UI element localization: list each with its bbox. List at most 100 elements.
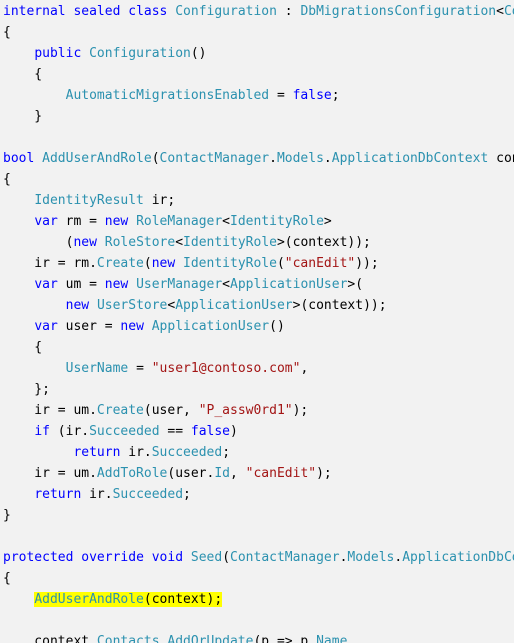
code-token: ; (222, 445, 231, 460)
code-token: } (3, 109, 43, 124)
code-token: ( (276, 256, 285, 271)
code-line[interactable] (3, 526, 514, 547)
code-line[interactable]: var rm = new RoleManager<IdentityRole> (3, 211, 514, 232)
code-token: IdentityResult (34, 193, 144, 208)
code-token: new (104, 214, 129, 229)
code-token: user = (57, 319, 121, 334)
code-line[interactable]: { (3, 568, 514, 589)
code-line[interactable]: { (3, 22, 514, 43)
code-token: protected (3, 550, 74, 565)
code-line[interactable]: } (3, 505, 514, 526)
code-line[interactable]: internal sealed class Configuration : Db… (3, 1, 514, 22)
code-line[interactable]: return ir.Succeeded; (3, 484, 514, 505)
code-line[interactable]: context.Contacts.AddOrUpdate(p => p.Name… (3, 631, 514, 643)
code-line[interactable]: var um = new UserManager<ApplicationUser… (3, 274, 514, 295)
code-token: public (34, 46, 82, 61)
code-line[interactable] (3, 610, 514, 631)
code-token: um = (57, 277, 105, 292)
code-token: { (3, 340, 43, 355)
code-token: >( (347, 277, 364, 292)
code-token: ApplicationUser (230, 277, 348, 292)
code-token: Create (96, 256, 144, 271)
code-token: Configuration (175, 4, 277, 19)
code-token: () (190, 46, 207, 61)
code-editor[interactable]: internal sealed class Configuration : Db… (0, 0, 514, 643)
code-token: RoleManager (136, 214, 223, 229)
code-token: (ir. (49, 424, 90, 439)
code-line[interactable]: bool AddUserAndRole(ContactManager.Model… (3, 148, 514, 169)
code-line[interactable]: } (3, 106, 514, 127)
code-token: < (222, 214, 230, 229)
code-token: Succeeded (89, 424, 160, 439)
code-token: ir; (143, 193, 176, 208)
code-line[interactable]: new UserStore<ApplicationUser>(context))… (3, 295, 514, 316)
code-token: ir = rm. (3, 256, 97, 271)
code-token: "canEdit" (245, 466, 317, 481)
code-token: = (128, 361, 152, 376)
code-token: new (120, 319, 144, 334)
code-line[interactable]: { (3, 169, 514, 190)
code-token: ( (3, 235, 74, 250)
code-token: , (347, 634, 356, 643)
code-content[interactable]: internal sealed class Configuration : Db… (3, 1, 514, 643)
code-token: UserManager (136, 277, 223, 292)
code-token: ir = um. (3, 466, 97, 481)
code-token: ) (230, 424, 238, 439)
code-token: : (276, 4, 301, 19)
code-token: Name (316, 634, 348, 643)
code-token: IdentityRole (183, 256, 277, 271)
code-token: IdentityRole (183, 235, 277, 250)
code-token: override (81, 550, 144, 565)
code-line[interactable]: return ir.Succeeded; (3, 442, 514, 463)
code-token: ; (183, 487, 191, 502)
code-line[interactable]: ir = rm.Create(new IdentityRole("canEdit… (3, 253, 514, 274)
code-token: new (151, 256, 176, 271)
code-line[interactable]: UserName = "user1@contoso.com", (3, 358, 514, 379)
code-line[interactable] (3, 127, 514, 148)
code-line[interactable]: protected override void Seed(ContactMana… (3, 547, 514, 568)
code-line[interactable]: (new RoleStore<IdentityRole>(context)); (3, 232, 514, 253)
code-token: return (73, 445, 121, 460)
code-token: >(context)); (292, 298, 387, 313)
code-token: ApplicationUser (175, 298, 293, 313)
code-token: "canEdit" (284, 256, 356, 271)
code-line[interactable]: ir = um.AddToRole(user.Id, "canEdit"); (3, 463, 514, 484)
code-token: new (104, 277, 129, 292)
code-line[interactable]: { (3, 337, 514, 358)
code-token: . (323, 151, 332, 166)
code-line[interactable]: public Configuration() (3, 43, 514, 64)
code-line[interactable]: AutomaticMigrationsEnabled = false; (3, 85, 514, 106)
code-token: Models (347, 550, 395, 565)
code-token: >(context)); (276, 235, 371, 250)
code-token: Models (276, 151, 324, 166)
code-token: Id (214, 466, 230, 481)
code-token: )); (355, 256, 379, 271)
code-token: AutomaticMigrationsEnabled (65, 88, 270, 103)
code-line[interactable]: IdentityResult ir; (3, 190, 514, 211)
code-token: (user, (143, 403, 199, 418)
code-token: Seed (190, 550, 223, 565)
code-token: class (128, 4, 168, 19)
code-line[interactable]: }; (3, 379, 514, 400)
code-line[interactable]: if (ir.Succeeded == false) (3, 421, 514, 442)
code-token: false (292, 88, 332, 103)
code-line[interactable]: var user = new ApplicationUser() (3, 316, 514, 337)
code-line[interactable]: { (3, 64, 514, 85)
code-line[interactable]: ir = um.Create(user, "P_assw0rd1"); (3, 400, 514, 421)
code-token: var (34, 319, 58, 334)
code-line[interactable]: AddUserAndRole(context); (3, 589, 514, 610)
code-token: bool (3, 151, 35, 166)
